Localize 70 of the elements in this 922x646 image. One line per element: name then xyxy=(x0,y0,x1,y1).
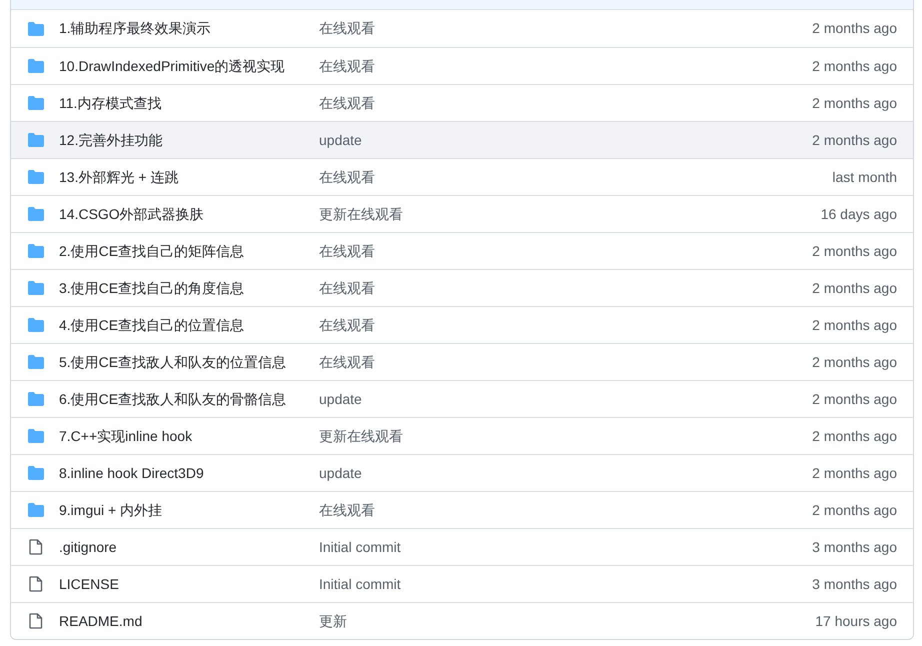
commit-message-link[interactable]: 在线观看 xyxy=(319,242,375,258)
commit-message-link[interactable]: update xyxy=(319,390,362,406)
file-icon xyxy=(29,539,43,555)
commit-message-link[interactable]: 在线观看 xyxy=(319,58,375,74)
commit-message-link[interactable]: 在线观看 xyxy=(319,94,375,110)
commit-age: 2 months ago xyxy=(812,130,898,150)
commit-age: 2 months ago xyxy=(812,56,898,76)
commit-message-link[interactable]: 更新在线观看 xyxy=(319,206,403,222)
file-icon xyxy=(29,576,43,592)
file-name-link[interactable]: 7.C++实现inline hook xyxy=(59,428,192,444)
file-name-link[interactable]: 9.imgui + 内外挂 xyxy=(59,502,162,518)
file-name-link[interactable]: 5.使用CE查找敌人和队友的位置信息 xyxy=(59,354,286,370)
commit-age: 2 months ago xyxy=(812,278,898,298)
folder-icon xyxy=(28,59,44,73)
file-name-link[interactable]: 3.使用CE查找自己的角度信息 xyxy=(59,280,244,296)
commit-message-link[interactable]: update xyxy=(319,464,362,480)
commit-age: last month xyxy=(832,168,898,186)
commit-message-link[interactable]: 在线观看 xyxy=(319,280,375,296)
commit-message-link[interactable]: 在线观看 xyxy=(319,168,375,184)
file-name-link[interactable]: 8.inline hook Direct3D9 xyxy=(59,464,204,480)
file-name-link[interactable]: 13.外部辉光 + 连跳 xyxy=(59,168,178,184)
file-name-link[interactable]: 6.使用CE查找敌人和队友的骨骼信息 xyxy=(59,390,286,406)
file-icon xyxy=(29,613,43,629)
commit-age: 2 months ago xyxy=(812,316,898,335)
folder-icon xyxy=(28,429,44,443)
folder-icon xyxy=(28,503,44,517)
folder-icon xyxy=(28,355,44,369)
file-name-link[interactable]: 4.使用CE查找自己的位置信息 xyxy=(59,316,244,332)
file-name-link[interactable]: README.md xyxy=(59,612,142,628)
folder-icon xyxy=(28,281,44,295)
folder-icon xyxy=(28,466,44,480)
file-name-link[interactable]: 12.完善外挂功能 xyxy=(59,132,162,148)
commit-age: 2 months ago xyxy=(812,19,898,38)
folder-icon xyxy=(28,392,44,406)
commit-age: 17 hours ago xyxy=(815,612,898,631)
file-row[interactable]: 12.完善外挂功能 update 2 months ago xyxy=(11,121,913,158)
commit-age: 3 months ago xyxy=(812,574,898,594)
file-name-link[interactable]: 11.内存模式查找 xyxy=(59,94,162,110)
commit-age: 2 months ago xyxy=(812,464,898,483)
commit-message-link[interactable]: Initial commit xyxy=(319,576,401,592)
commit-message-link[interactable]: Initial commit xyxy=(319,538,401,554)
commit-message-link[interactable]: 在线观看 xyxy=(319,354,375,370)
file-name-link[interactable]: 1.辅助程序最终效果演示 xyxy=(59,20,211,36)
commit-message-link[interactable]: 在线观看 xyxy=(319,316,375,332)
file-name-link[interactable]: 2.使用CE查找自己的矩阵信息 xyxy=(59,242,244,258)
file-name-link[interactable]: 14.CSGO外部武器换肤 xyxy=(59,206,204,222)
commit-message-link[interactable]: 更新 xyxy=(319,612,347,628)
commit-age: 3 months ago xyxy=(812,538,898,557)
commit-age: 2 months ago xyxy=(812,500,898,520)
commit-age: 2 months ago xyxy=(812,426,898,446)
file-row[interactable]: README.md 更新 17 hours ago xyxy=(11,602,913,639)
commit-message-link[interactable]: 在线观看 xyxy=(319,20,375,36)
commit-age: 2 months ago xyxy=(812,352,898,372)
commit-message-link[interactable]: 更新在线观看 xyxy=(319,428,403,444)
commit-message-link[interactable]: 在线观看 xyxy=(319,502,375,518)
folder-icon xyxy=(28,170,44,184)
folder-icon xyxy=(28,244,44,258)
commit-age: 2 months ago xyxy=(812,242,898,261)
file-name-link[interactable]: LICENSE xyxy=(59,576,119,592)
commit-age: 2 months ago xyxy=(812,94,898,113)
folder-icon xyxy=(28,318,44,332)
commit-age: 16 days ago xyxy=(820,204,898,224)
folder-icon xyxy=(28,133,44,147)
commit-message-link[interactable]: update xyxy=(319,132,362,148)
file-name-link[interactable]: 10.DrawIndexedPrimitive的透视实现 xyxy=(59,58,285,74)
folder-icon xyxy=(28,96,44,110)
folder-icon xyxy=(28,207,44,221)
commit-age: 2 months ago xyxy=(812,390,898,409)
folder-icon xyxy=(28,22,44,36)
file-name-link[interactable]: .gitignore xyxy=(59,538,117,554)
